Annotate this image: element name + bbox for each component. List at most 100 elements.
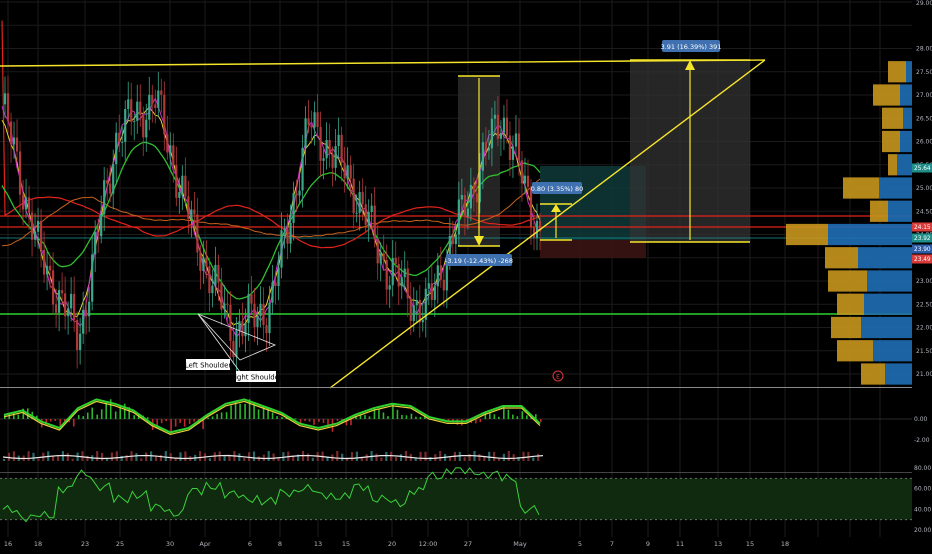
candle-body	[51, 270, 55, 305]
volume-bar	[140, 458, 143, 461]
time-label: 20	[388, 540, 396, 548]
candle-body	[511, 146, 515, 160]
macd-bar	[281, 417, 283, 419]
profile-bar-up	[828, 270, 867, 292]
profile-bar-down	[828, 223, 912, 246]
time-label: 5	[578, 540, 582, 548]
candle-body	[283, 228, 286, 231]
macd-bar	[493, 414, 496, 419]
macd-bar	[498, 416, 500, 419]
profile-bar-up	[888, 154, 897, 176]
candle-body	[193, 209, 196, 215]
macd-bar	[304, 419, 306, 421]
candle-body	[364, 204, 367, 225]
profile-bar-down	[861, 316, 912, 339]
time-label: 13	[714, 540, 722, 548]
macd-bar	[165, 419, 167, 422]
volume-bar	[419, 451, 422, 461]
candle-body	[88, 301, 91, 317]
candle-body	[385, 259, 388, 290]
candle-body	[397, 264, 400, 287]
macd-bar	[276, 416, 278, 419]
macd-bar	[230, 405, 232, 419]
candle-body	[151, 94, 154, 105]
volume-bar	[336, 451, 339, 461]
candle-body	[133, 120, 136, 122]
macd-bar	[410, 413, 413, 419]
volume-bar	[537, 453, 540, 461]
price-label: 27.50	[916, 69, 932, 76]
macd-bar	[447, 419, 450, 421]
volume-bar	[125, 455, 128, 461]
volume-bar	[248, 452, 251, 461]
candle-body	[493, 114, 497, 119]
candle-body	[39, 220, 43, 250]
candle-body	[121, 141, 124, 143]
time-label: 18	[781, 540, 789, 548]
candle-body	[202, 257, 205, 271]
candle-body	[3, 93, 7, 105]
candle-body	[475, 193, 478, 203]
candle-body	[238, 321, 241, 330]
candle-body	[325, 139, 328, 159]
candle-body	[367, 211, 370, 225]
candle-body	[316, 112, 319, 128]
candle-body	[412, 305, 415, 322]
candle-body	[280, 230, 283, 268]
candle-body	[271, 282, 274, 303]
rsi-axis-label: 20.00	[914, 527, 931, 534]
volume-bar	[306, 453, 309, 461]
candle-body	[226, 303, 229, 305]
price-axis[interactable]: 29.0028.0027.5027.0026.5026.0025.5025.00…	[912, 0, 932, 550]
profile-bar-up	[843, 177, 879, 199]
volume-bar	[380, 457, 383, 461]
volume-bar	[311, 457, 314, 461]
volume-bar	[463, 457, 466, 461]
candle-body	[379, 253, 382, 264]
candle-body	[346, 165, 349, 179]
macd-bar	[378, 408, 380, 419]
macd-bar	[387, 416, 389, 419]
macd-bar	[183, 419, 186, 427]
volume-bar	[507, 451, 510, 461]
candle-body	[241, 321, 244, 337]
candle-body	[526, 175, 530, 187]
candle-body	[169, 145, 172, 153]
volume-bar	[404, 451, 407, 461]
time-label: 8	[278, 540, 282, 548]
candle-body	[484, 142, 487, 151]
macd-bar	[313, 419, 315, 425]
chart-canvas[interactable]: Left Shoulder Right Shoulder -3.19 (-12.…	[0, 0, 932, 550]
macd-bar	[220, 412, 223, 419]
volume-bar	[522, 451, 525, 461]
volume-bar	[355, 451, 358, 461]
candle-body	[361, 192, 364, 205]
candle-body	[9, 121, 13, 145]
candle-body	[388, 285, 391, 290]
candle-body	[36, 220, 40, 232]
time-label: 16	[4, 540, 12, 548]
candle-body	[118, 132, 121, 142]
candle-body	[247, 294, 250, 323]
macd-bar	[100, 409, 103, 419]
candle-body	[112, 164, 115, 194]
candle-body	[33, 231, 37, 240]
trading-chart[interactable]: Left Shoulder Right Shoulder -3.19 (-12.…	[0, 0, 932, 550]
candle-body	[286, 228, 289, 244]
volume-bar	[493, 451, 496, 461]
time-label: 6	[248, 540, 252, 548]
volume-bar	[184, 451, 187, 461]
candle-body	[253, 303, 256, 327]
time-label: 27	[464, 540, 472, 548]
volume-bar	[272, 453, 275, 461]
volume-bar	[3, 459, 6, 461]
candle-body	[427, 283, 430, 289]
right-shoulder-label: Right Shoulder	[230, 374, 282, 382]
macd-bar	[216, 413, 218, 419]
candle-body	[331, 153, 334, 168]
candle-body	[61, 290, 64, 294]
left-shoulder-label: Left Shoulder	[185, 362, 232, 370]
time-axis[interactable]: 16 18 23 25 30 Apr 6 8 13 15 20 12:00 27 May 5 7 9 11 13 15…	[0, 537, 932, 550]
price-label: 24.50	[916, 208, 932, 215]
macd-bar	[336, 419, 339, 421]
